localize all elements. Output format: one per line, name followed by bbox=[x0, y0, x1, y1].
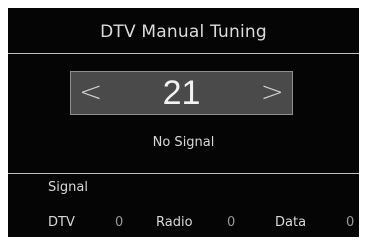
screen: DTV Manual Tuning < 21 > No Signal Signa… bbox=[0, 0, 365, 243]
data-count: Data 0 bbox=[275, 215, 354, 230]
dtv-count-label: DTV bbox=[48, 215, 75, 230]
data-count-value: 0 bbox=[346, 215, 355, 230]
dtv-count: DTV 0 bbox=[48, 215, 123, 230]
data-count-label: Data bbox=[275, 215, 307, 230]
radio-count: Radio 0 bbox=[156, 215, 235, 230]
signal-status: No Signal bbox=[152, 135, 215, 150]
dtv-count-value: 0 bbox=[115, 215, 124, 230]
channel-number: 21 bbox=[162, 74, 201, 112]
title-divider bbox=[8, 53, 359, 54]
chevron-right-icon[interactable]: > bbox=[261, 75, 284, 109]
status-divider bbox=[8, 173, 359, 174]
signal-label: Signal bbox=[48, 180, 88, 195]
radio-count-value: 0 bbox=[227, 215, 236, 230]
dtv-manual-tuning-panel: DTV Manual Tuning < 21 > No Signal Signa… bbox=[8, 8, 359, 237]
page-title: DTV Manual Tuning bbox=[100, 22, 267, 42]
channel-selector[interactable]: < 21 > bbox=[70, 71, 293, 115]
radio-count-label: Radio bbox=[156, 215, 193, 230]
